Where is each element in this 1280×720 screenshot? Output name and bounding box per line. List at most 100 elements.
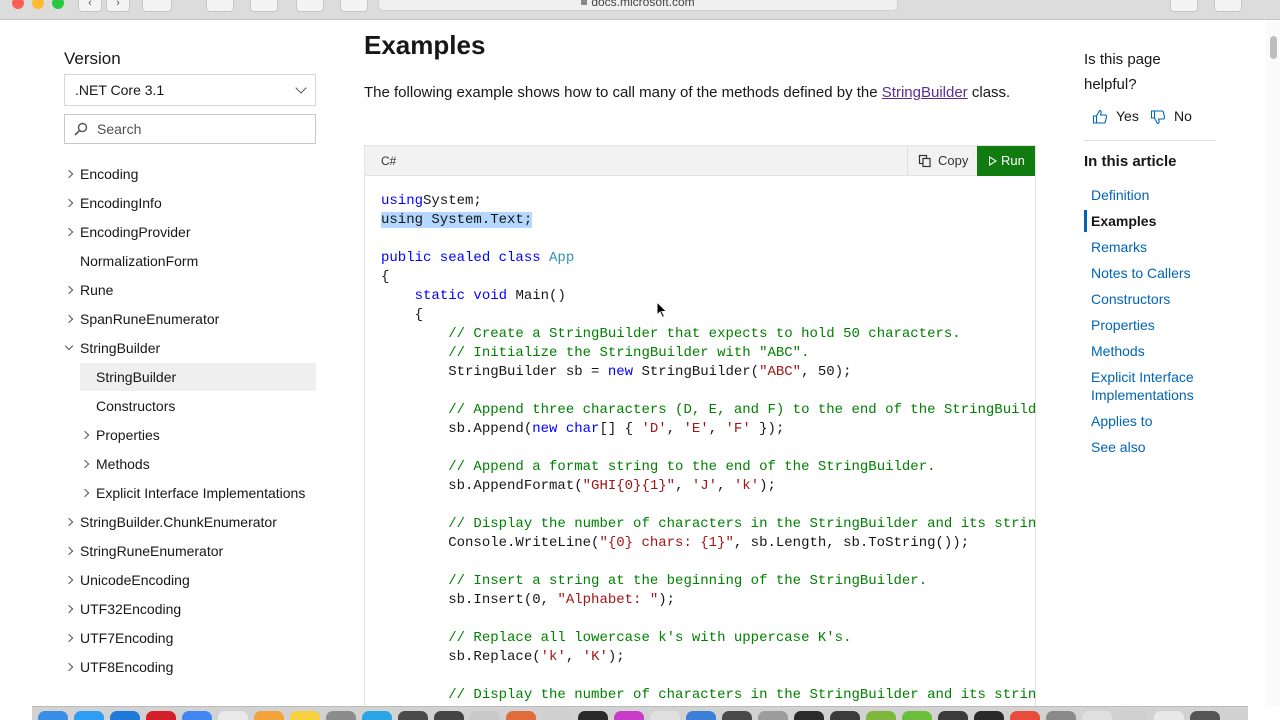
extension-icon[interactable] <box>250 0 278 12</box>
toc-link[interactable]: Methods <box>1091 342 1216 360</box>
toc-link[interactable]: Properties <box>1091 316 1216 334</box>
chevron-right-icon[interactable] <box>64 227 74 237</box>
tree-item[interactable]: SpanRuneEnumerator <box>64 305 316 333</box>
tree-item[interactable]: Constructors <box>80 392 316 420</box>
extension-icon[interactable] <box>296 0 324 12</box>
tree-item[interactable]: EncodingProvider <box>64 218 316 246</box>
dock-app-icon[interactable] <box>146 711 176 720</box>
dock-app-icon[interactable] <box>650 711 680 720</box>
dock-app-icon[interactable] <box>434 711 464 720</box>
dock-app-icon[interactable] <box>1190 711 1220 720</box>
chevron-right-icon[interactable] <box>64 575 74 585</box>
toc-link[interactable]: See also <box>1091 438 1216 456</box>
chevron-right-icon[interactable] <box>64 633 74 643</box>
tree-item[interactable]: StringBuilder <box>80 363 316 391</box>
dock-app-icon[interactable] <box>74 711 104 720</box>
dock-app-icon[interactable] <box>614 711 644 720</box>
dock-app-icon[interactable] <box>254 711 284 720</box>
code-text[interactable]: usingSystem; using System.Text; public sea… <box>381 192 1036 705</box>
divider <box>1084 140 1216 141</box>
dock-app-icon[interactable] <box>290 711 320 720</box>
tree-item[interactable]: Rune <box>64 276 316 304</box>
sidebar-toggle-icon[interactable] <box>142 0 172 12</box>
dock-app-icon[interactable] <box>542 711 572 720</box>
chevron-right-icon[interactable] <box>64 198 74 208</box>
forward-button[interactable]: › <box>106 0 130 12</box>
tree-item[interactable]: Encoding <box>64 160 316 188</box>
tabs-overview-icon[interactable] <box>1214 0 1242 12</box>
dock-app-icon[interactable] <box>830 711 860 720</box>
dock-app-icon[interactable] <box>326 711 356 720</box>
dock-app-icon[interactable] <box>1118 711 1148 720</box>
chevron-down-icon[interactable] <box>64 341 74 351</box>
chevron-right-icon[interactable] <box>64 517 74 527</box>
dock-app-icon[interactable] <box>794 711 824 720</box>
tree-item[interactable]: UTF7Encoding <box>64 624 316 652</box>
dock-app-icon[interactable] <box>866 711 896 720</box>
extension-icon[interactable] <box>340 0 368 12</box>
dock-app-icon[interactable] <box>1082 711 1112 720</box>
dock-app-icon[interactable] <box>938 711 968 720</box>
tree-item[interactable]: UTF32Encoding <box>64 595 316 623</box>
tree-item[interactable]: StringBuilder.ChunkEnumerator <box>64 508 316 536</box>
version-value: .NET Core 3.1 <box>75 82 165 98</box>
chevron-right-icon[interactable] <box>80 488 90 498</box>
dock-app-icon[interactable] <box>362 711 392 720</box>
tree-item[interactable]: NormalizationForm <box>64 247 316 275</box>
toc-link[interactable]: Definition <box>1091 186 1216 204</box>
tree-item[interactable]: Explicit Interface Implementations <box>80 479 316 507</box>
dock-app-icon[interactable] <box>722 711 752 720</box>
tree-item[interactable]: Properties <box>80 421 316 449</box>
page-scrollbar[interactable] <box>1266 20 1280 706</box>
dock-app-icon[interactable] <box>974 711 1004 720</box>
tree-item[interactable]: StringRuneEnumerator <box>64 537 316 565</box>
chevron-right-icon[interactable] <box>64 314 74 324</box>
scrollbar-thumb[interactable] <box>1270 36 1277 59</box>
dock-app-icon[interactable] <box>506 711 536 720</box>
tree-item[interactable]: StringBuilder <box>64 334 316 362</box>
stringbuilder-link[interactable]: StringBuilder <box>882 84 968 101</box>
address-bar[interactable]: docs.microsoft.com <box>378 0 898 11</box>
toc-link[interactable]: Explicit Interface Implementations <box>1091 368 1216 404</box>
minimize-window-button[interactable] <box>32 0 44 9</box>
version-select[interactable]: .NET Core 3.1 <box>64 74 316 106</box>
toc-link[interactable]: Examples <box>1091 212 1216 230</box>
dock-app-icon[interactable] <box>686 711 716 720</box>
share-icon[interactable] <box>1170 0 1198 12</box>
run-button[interactable]: Run <box>977 146 1035 176</box>
dock-app-icon[interactable] <box>182 711 212 720</box>
search-input[interactable]: Search <box>64 114 316 144</box>
chevron-right-icon[interactable] <box>64 546 74 556</box>
dock-app-icon[interactable] <box>902 711 932 720</box>
dock-app-icon[interactable] <box>1046 711 1076 720</box>
tree-item[interactable]: Methods <box>80 450 316 478</box>
toc-link[interactable]: Remarks <box>1091 238 1216 256</box>
toc-link[interactable]: Applies to <box>1091 412 1216 430</box>
back-button[interactable]: ‹ <box>78 0 102 12</box>
chevron-right-icon[interactable] <box>80 430 90 440</box>
extension-icon[interactable] <box>206 0 234 12</box>
dock-app-icon[interactable] <box>758 711 788 720</box>
copy-button[interactable]: Copy <box>907 146 977 176</box>
chevron-right-icon[interactable] <box>64 662 74 672</box>
dock-app-icon[interactable] <box>578 711 608 720</box>
tree-item[interactable]: EncodingInfo <box>64 189 316 217</box>
dock-app-icon[interactable] <box>1154 711 1184 720</box>
chevron-right-icon[interactable] <box>64 604 74 614</box>
tree-item[interactable]: UnicodeEncoding <box>64 566 316 594</box>
dock-app-icon[interactable] <box>398 711 428 720</box>
chevron-right-icon[interactable] <box>80 459 90 469</box>
toc-link[interactable]: Constructors <box>1091 290 1216 308</box>
tree-item[interactable]: UTF8Encoding <box>64 653 316 681</box>
dock-app-icon[interactable] <box>470 711 500 720</box>
toc-link[interactable]: Notes to Callers <box>1091 264 1216 282</box>
close-window-button[interactable] <box>12 0 24 9</box>
chevron-right-icon[interactable] <box>64 169 74 179</box>
dock-app-icon[interactable] <box>38 711 68 720</box>
zoom-window-button[interactable] <box>52 0 64 9</box>
dock-app-icon[interactable] <box>1010 711 1040 720</box>
dock-app-icon[interactable] <box>218 711 248 720</box>
dock-app-icon[interactable] <box>110 711 140 720</box>
chevron-right-icon[interactable] <box>64 285 74 295</box>
